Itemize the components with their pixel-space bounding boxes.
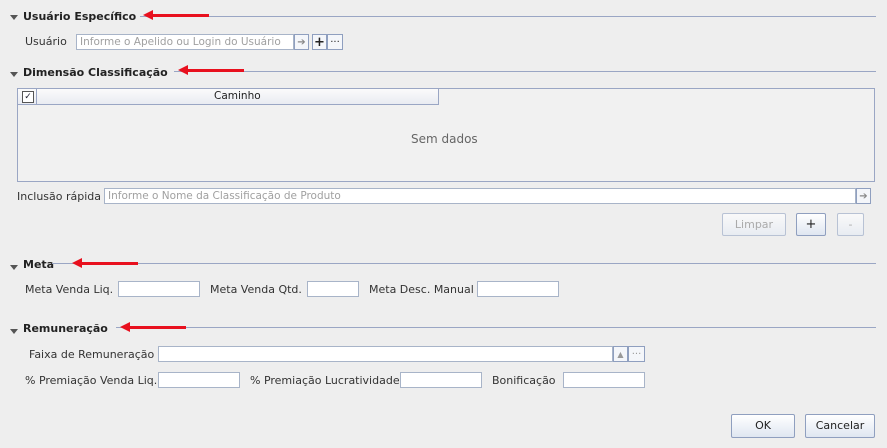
collapse-toggle-icon[interactable]: [10, 265, 18, 270]
premiacao-lucratividade-input[interactable]: [400, 372, 482, 388]
cancel-button[interactable]: Cancelar: [805, 414, 875, 438]
remove-button[interactable]: -: [837, 213, 864, 236]
faixa-remuneracao-label: Faixa de Remuneração: [29, 348, 155, 361]
more-options-icon[interactable]: ···: [628, 346, 645, 362]
select-all-checkbox[interactable]: ✓: [22, 91, 34, 103]
more-options-icon[interactable]: ···: [327, 34, 343, 50]
inclusao-rapida-label: Inclusão rápida: [17, 190, 102, 203]
premiacao-lucratividade-label: % Premiação Lucratividade: [250, 374, 400, 387]
premiacao-venda-liq-label: % Premiação Venda Liq.: [25, 374, 158, 387]
usuario-label: Usuário: [25, 35, 67, 48]
section-title-remuneracao: Remuneração: [23, 322, 108, 335]
collapse-toggle-icon[interactable]: [10, 329, 18, 334]
meta-desc-manual-label: Meta Desc. Manual: [369, 283, 474, 296]
meta-venda-liq-input[interactable]: [118, 281, 200, 297]
section-title-meta: Meta: [23, 258, 55, 271]
section-divider: [116, 327, 876, 328]
annotation-arrow: [120, 322, 186, 332]
annotation-arrow: [178, 65, 244, 75]
add-button[interactable]: +: [796, 213, 826, 236]
meta-desc-manual-input[interactable]: [477, 281, 559, 297]
annotation-arrow: [72, 258, 138, 268]
meta-venda-liq-label: Meta Venda Liq.: [25, 283, 114, 296]
bonificacao-input[interactable]: [563, 372, 645, 388]
section-divider: [174, 71, 876, 72]
empty-table-text: Sem dados: [411, 132, 478, 146]
usuario-input[interactable]: Informe o Apelido ou Login do Usuário: [76, 34, 294, 50]
collapse-toggle-icon[interactable]: [10, 15, 18, 20]
meta-venda-qtd-input[interactable]: [307, 281, 359, 297]
section-title-usuario: Usuário Específico: [23, 10, 137, 23]
collapse-toggle-icon[interactable]: [10, 72, 18, 77]
classificacao-table[interactable]: ✓ Caminho Sem dados: [17, 88, 875, 182]
section-divider: [140, 16, 876, 17]
section-divider: [52, 263, 876, 264]
faixa-remuneracao-input[interactable]: [158, 346, 613, 362]
triangle-up-icon[interactable]: ▲: [613, 346, 628, 362]
bonificacao-label: Bonificação: [492, 374, 556, 387]
meta-venda-qtd-label: Meta Venda Qtd.: [210, 283, 302, 296]
arrow-right-icon[interactable]: ➔: [856, 188, 871, 204]
column-header-caminho[interactable]: Caminho: [214, 90, 261, 102]
annotation-arrow: [143, 10, 209, 20]
column-divider: [36, 89, 37, 104]
inclusao-rapida-input[interactable]: Informe o Nome da Classificação de Produ…: [104, 188, 856, 204]
section-title-dimensao: Dimensão Classificação: [23, 66, 168, 79]
ok-button[interactable]: OK: [731, 414, 795, 438]
premiacao-venda-liq-input[interactable]: [158, 372, 240, 388]
limpar-button[interactable]: Limpar: [722, 213, 786, 236]
arrow-right-icon[interactable]: ➔: [294, 34, 309, 50]
add-user-icon[interactable]: +: [312, 34, 327, 50]
